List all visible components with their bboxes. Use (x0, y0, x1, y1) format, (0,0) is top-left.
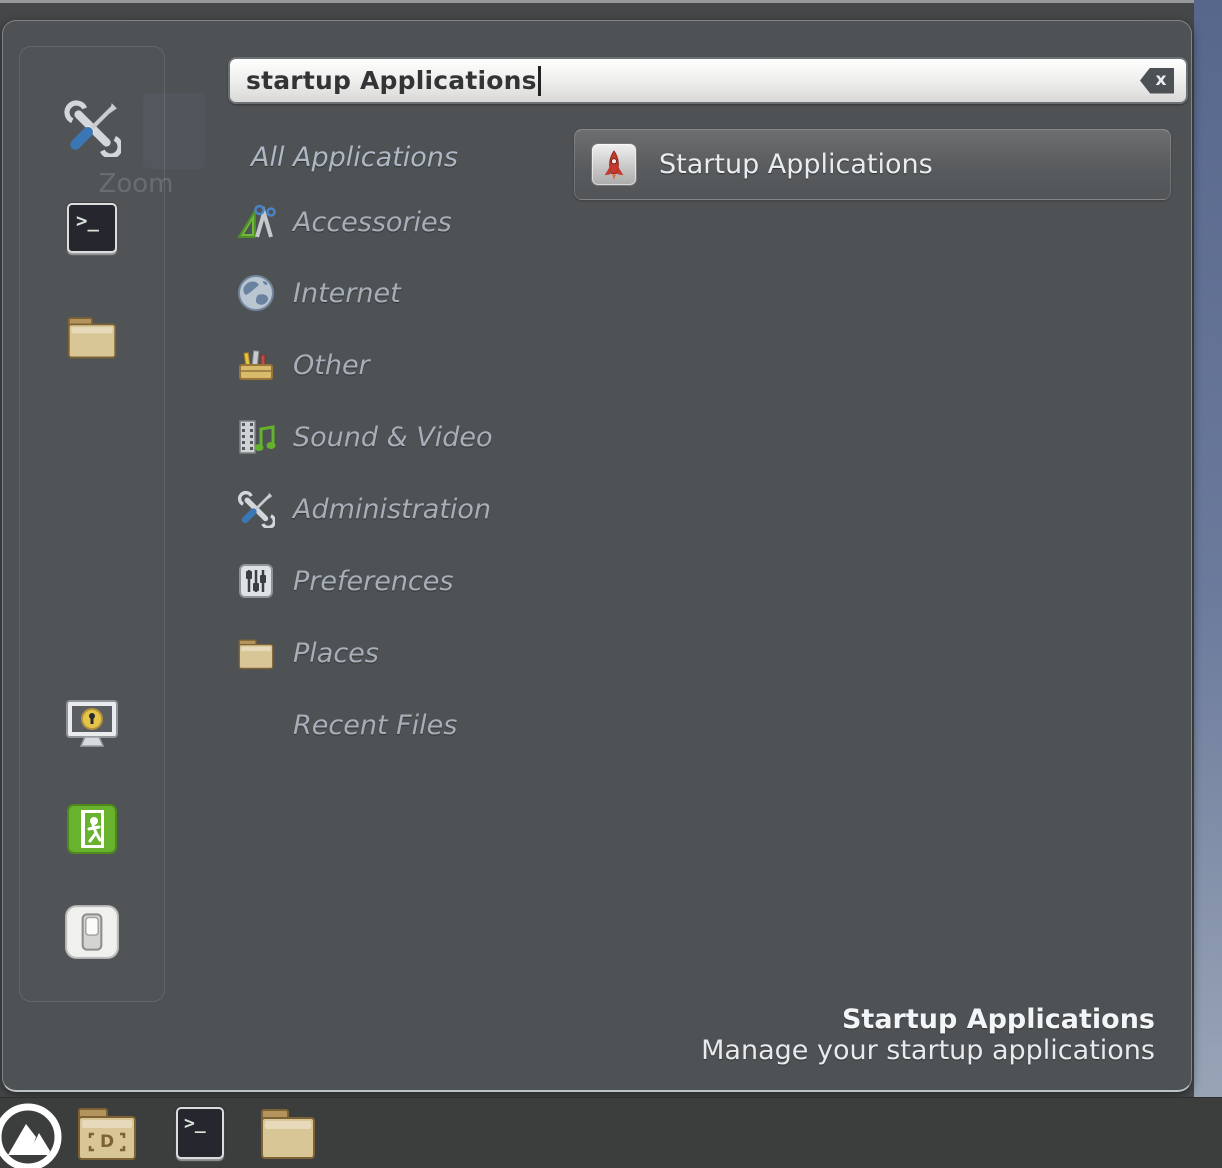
main-menu-window: Zoom >_ (2, 20, 1192, 1092)
sidebar-item-terminal[interactable]: >_ (20, 203, 164, 253)
show-desktop-button[interactable]: D (74, 1103, 140, 1163)
desktop-wallpaper-strip (1194, 0, 1222, 1097)
clear-search-icon[interactable]: x (1140, 68, 1174, 94)
search-input[interactable]: startup Applications x (228, 57, 1188, 104)
files-launcher[interactable] (256, 1103, 320, 1161)
startup-applications-icon (591, 143, 637, 186)
desktop: { "menu": { "name": "mint-menu" }, "sear… (0, 0, 1222, 1168)
accessories-icon (233, 203, 279, 241)
category-preferences[interactable]: Preferences (233, 545, 453, 617)
filmstrip-note-icon (233, 417, 279, 457)
result-startup-applications[interactable]: Startup Applications (574, 129, 1171, 200)
admin-tools-icon (233, 490, 279, 528)
terminal-icon: >_ (176, 1107, 224, 1159)
status-subtitle: Manage your startup applications (701, 1035, 1155, 1066)
folder-icon (64, 311, 120, 361)
status-title: Startup Applications (701, 1004, 1155, 1035)
category-accessories[interactable]: Accessories (233, 186, 452, 258)
result-label: Startup Applications (659, 149, 933, 180)
category-other[interactable]: Other (233, 329, 370, 401)
lock-screen-icon (63, 697, 121, 753)
logout-icon (66, 803, 118, 855)
category-places[interactable]: Places (233, 617, 379, 689)
desktop-folder-icon: D (74, 1103, 140, 1163)
menu-button[interactable] (0, 1100, 65, 1168)
sidebar-item-system-tools[interactable] (20, 99, 164, 157)
places-folder-icon (233, 635, 279, 671)
folder-icon (257, 1104, 319, 1160)
category-all-applications[interactable]: All Applications (251, 121, 458, 193)
system-tools-icon (63, 99, 121, 157)
category-internet[interactable]: Internet (233, 257, 401, 329)
sidebar-item-lock-screen[interactable] (20, 697, 164, 753)
selection-status: Startup Applications Manage your startup… (701, 1004, 1155, 1066)
terminal-launcher[interactable]: >_ (174, 1105, 226, 1161)
sidebar-item-logout[interactable] (20, 803, 164, 855)
sidebar-item-shutdown[interactable] (20, 903, 164, 961)
sidebar-item-file-manager[interactable] (20, 311, 164, 361)
shutdown-switch-icon (63, 903, 121, 961)
search-input-value: startup Applications (246, 66, 537, 95)
category-sound-video[interactable]: Sound & Video (233, 401, 492, 473)
sliders-icon (233, 562, 279, 600)
terminal-icon: >_ (67, 203, 117, 253)
svg-text:D: D (100, 1132, 114, 1152)
internet-globe-icon (233, 273, 279, 313)
category-administration[interactable]: Administration (233, 473, 491, 545)
toolbox-icon (233, 345, 279, 385)
menu-logo-mountain-icon (0, 1100, 65, 1168)
desktop-top-edge (0, 0, 1222, 3)
category-recent-files[interactable]: Recent Files (233, 689, 457, 761)
text-caret (538, 66, 541, 96)
favorites-sidebar: >_ (19, 46, 165, 1002)
